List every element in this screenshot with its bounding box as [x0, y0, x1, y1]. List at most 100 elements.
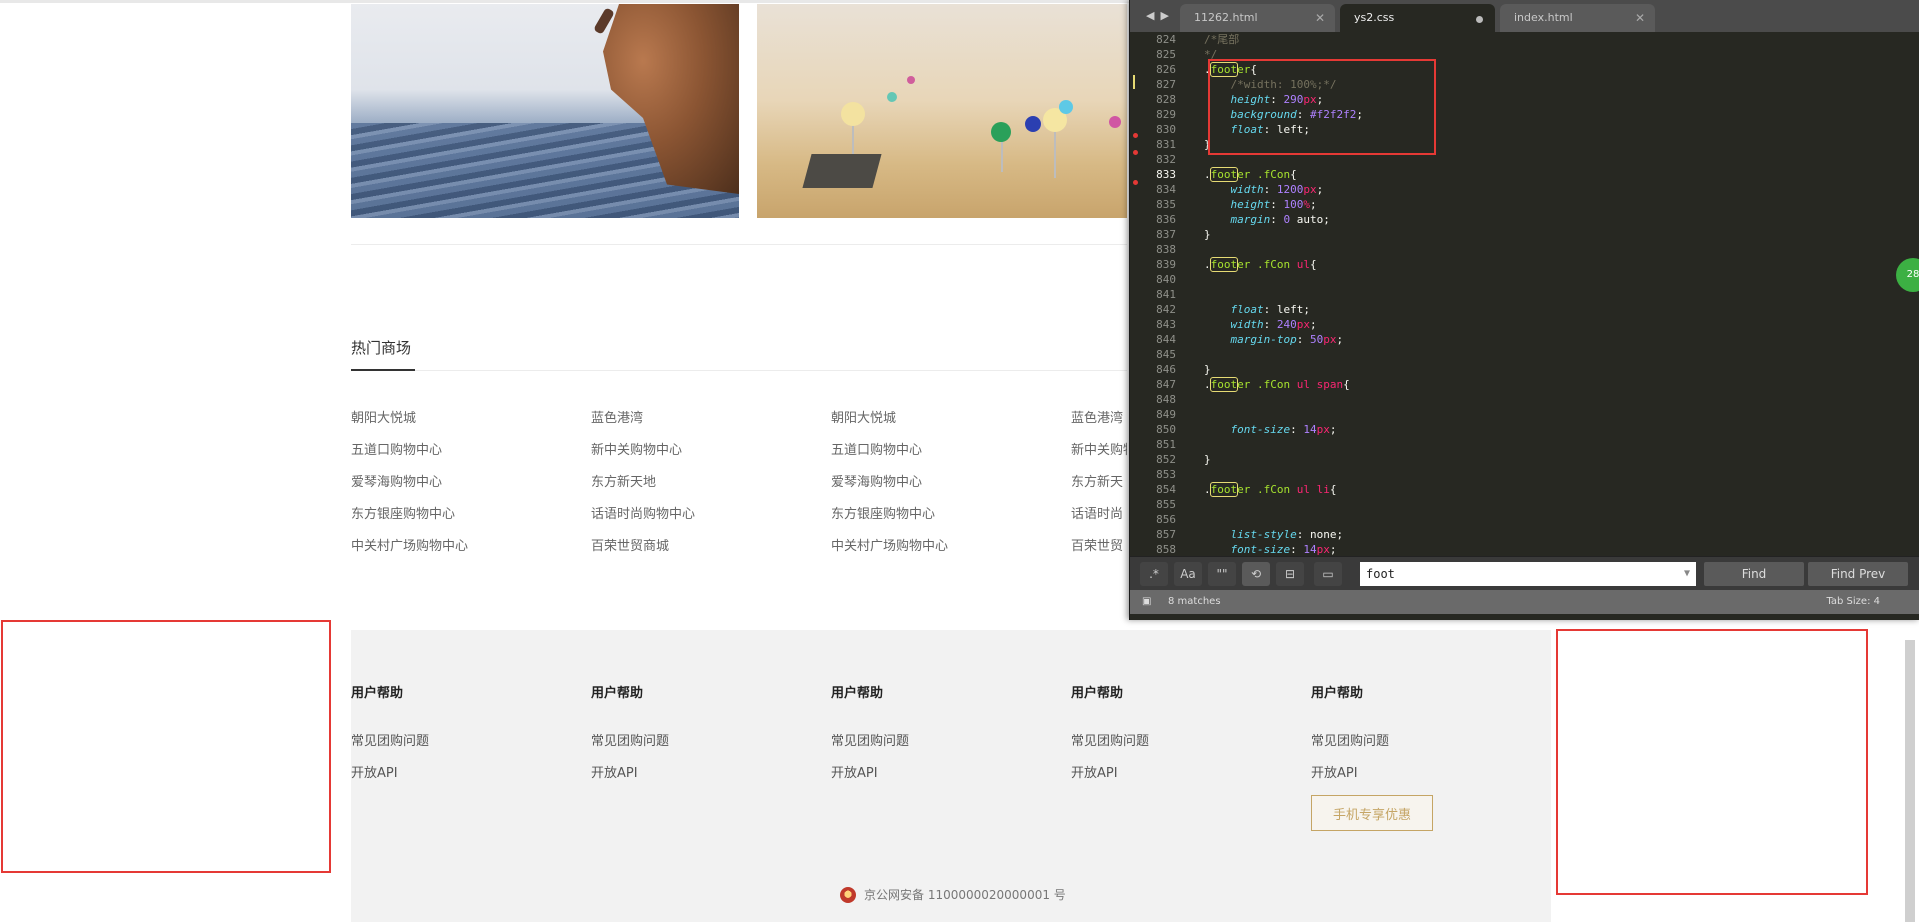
beian-text[interactable]: 京公网安备 1100000020000001 号: [864, 886, 1066, 903]
pin-head: [991, 122, 1011, 142]
chevron-down-icon[interactable]: ▼: [1684, 562, 1690, 586]
code-line: font-size: 14px;: [1230, 423, 1337, 436]
code-line: font-size: 14px;: [1230, 543, 1337, 556]
mall-link[interactable]: 东方新天地: [591, 471, 695, 503]
mobile-discount-button[interactable]: 手机专享优惠: [1311, 795, 1433, 831]
footer-link[interactable]: 开放API: [591, 762, 669, 794]
footer-link[interactable]: 开放API: [831, 762, 909, 794]
mall-link[interactable]: 朝阳大悦城: [351, 407, 468, 439]
find-prev-button[interactable]: Find Prev: [1808, 562, 1908, 586]
mall-link[interactable]: 话语时尚购物中心: [591, 503, 695, 535]
mall-link[interactable]: 五道口购物中心: [831, 439, 948, 471]
pin-head: [1109, 116, 1121, 128]
code-line: /*尾部: [1204, 33, 1240, 46]
editor-tab-active[interactable]: ys2.css: [1340, 4, 1495, 32]
annotation-box-left: [1, 620, 331, 873]
line-number: 857: [1156, 528, 1176, 541]
footer-link[interactable]: 常见团购问题: [591, 730, 669, 762]
line-number: 839: [1156, 258, 1176, 271]
footer-heading: 用户帮助: [351, 686, 404, 701]
match-count: 8 matches: [1168, 596, 1221, 607]
mall-link[interactable]: 话语时尚: [1071, 503, 1127, 535]
code-line: }: [1204, 453, 1211, 466]
panel-toggle-icon[interactable]: ▣: [1142, 590, 1151, 614]
footer-heading: 用户帮助: [1311, 686, 1364, 701]
regex-toggle[interactable]: .*: [1140, 562, 1168, 586]
mall-link[interactable]: 中关村广场购物中心: [831, 535, 948, 567]
find-input[interactable]: foot ▼: [1360, 562, 1696, 586]
diff-marker: [1133, 133, 1138, 138]
line-number: 849: [1156, 408, 1176, 421]
tab-nav-arrows[interactable]: ◀▶: [1146, 9, 1175, 22]
mall-link[interactable]: 爱琴海购物中心: [351, 471, 468, 503]
mall-link[interactable]: 蓝色港湾: [591, 407, 695, 439]
line-number: 848: [1156, 393, 1176, 406]
find-button[interactable]: Find: [1704, 562, 1804, 586]
mall-link[interactable]: 中关村广场购物中心: [351, 535, 468, 567]
footer-link[interactable]: 开放API: [1071, 762, 1149, 794]
pin-head: [841, 102, 865, 126]
code-line: float: left;: [1230, 303, 1310, 316]
line-number: 838: [1156, 243, 1176, 256]
line-number: 846: [1156, 363, 1176, 376]
footer-link[interactable]: 常见团购问题: [1311, 730, 1389, 762]
mall-link[interactable]: 百荣世贸商城: [591, 535, 695, 567]
mall-link[interactable]: 东方银座购物中心: [351, 503, 468, 535]
tab-size-indicator[interactable]: Tab Size: 4: [1826, 590, 1880, 614]
annotation-box-code: [1208, 59, 1436, 155]
map-pins-image[interactable]: [757, 4, 1127, 218]
line-number: 843: [1156, 318, 1176, 331]
page-scrollbar[interactable]: [1905, 640, 1915, 922]
highlight-matches-icon[interactable]: ▭: [1314, 562, 1342, 586]
mall-link[interactable]: 东方新天: [1071, 471, 1127, 503]
cliff-jump-image[interactable]: [351, 4, 739, 218]
mall-link[interactable]: 爱琴海购物中心: [831, 471, 948, 503]
editor-tabbar: ◀▶ 11262.html ✕ ys2.css index.html ✕: [1130, 0, 1919, 32]
footer-column: 用户帮助 常见团购问题 开放API: [1071, 682, 1149, 794]
line-number: 830: [1156, 123, 1176, 136]
line-number: 853: [1156, 468, 1176, 481]
mall-column: 蓝色港湾 新中关购物 东方新天 话语时尚 百荣世贸: [1071, 407, 1127, 567]
hot-malls-title: 热门商场: [351, 339, 412, 357]
wrap-icon[interactable]: ⟲: [1242, 562, 1270, 586]
footer-link[interactable]: 开放API: [351, 762, 429, 794]
top-border: [0, 0, 1129, 3]
footer-link[interactable]: 常见团购问题: [1071, 730, 1149, 762]
line-number: 850: [1156, 423, 1176, 436]
mall-link[interactable]: 朝阳大悦城: [831, 407, 948, 439]
mall-link[interactable]: 东方银座购物中心: [831, 503, 948, 535]
mall-link[interactable]: 新中关购物中心: [591, 439, 695, 471]
editor-tab[interactable]: index.html ✕: [1500, 4, 1655, 32]
whole-word-toggle[interactable]: "": [1208, 562, 1236, 586]
line-number: 828: [1156, 93, 1176, 106]
mall-link[interactable]: 五道口购物中心: [351, 439, 468, 471]
in-selection-icon[interactable]: ⊟: [1276, 562, 1304, 586]
mall-link[interactable]: 蓝色港湾: [1071, 407, 1127, 439]
line-number: 840: [1156, 273, 1176, 286]
code-line: height: 100%;: [1230, 198, 1317, 211]
footer-column: 用户帮助 常见团购问题 开放API: [831, 682, 909, 794]
mall-link[interactable]: 百荣世贸: [1071, 535, 1127, 567]
find-query: foot: [1366, 567, 1395, 581]
line-number: 831: [1156, 138, 1176, 151]
footer-link[interactable]: 开放API: [1311, 762, 1389, 794]
case-toggle[interactable]: Aa: [1174, 562, 1202, 586]
line-number: 834: [1156, 183, 1176, 196]
editor-tab[interactable]: 11262.html ✕: [1180, 4, 1335, 32]
police-badge-icon: [840, 886, 856, 903]
close-icon[interactable]: ✕: [1635, 4, 1645, 32]
pin-head: [1059, 100, 1073, 114]
section-divider: [351, 244, 1127, 245]
footer-link[interactable]: 常见团购问题: [351, 730, 429, 762]
modified-dot-icon[interactable]: [1476, 16, 1483, 23]
line-number: 832: [1156, 153, 1176, 166]
code-editor-window: ◀▶ 11262.html ✕ ys2.css index.html ✕ 824…: [1129, 0, 1919, 620]
mall-link[interactable]: 新中关购物: [1071, 439, 1127, 471]
line-number: 827: [1156, 78, 1176, 91]
line-number: 835: [1156, 198, 1176, 211]
footer-link[interactable]: 常见团购问题: [831, 730, 909, 762]
close-icon[interactable]: ✕: [1315, 4, 1325, 32]
